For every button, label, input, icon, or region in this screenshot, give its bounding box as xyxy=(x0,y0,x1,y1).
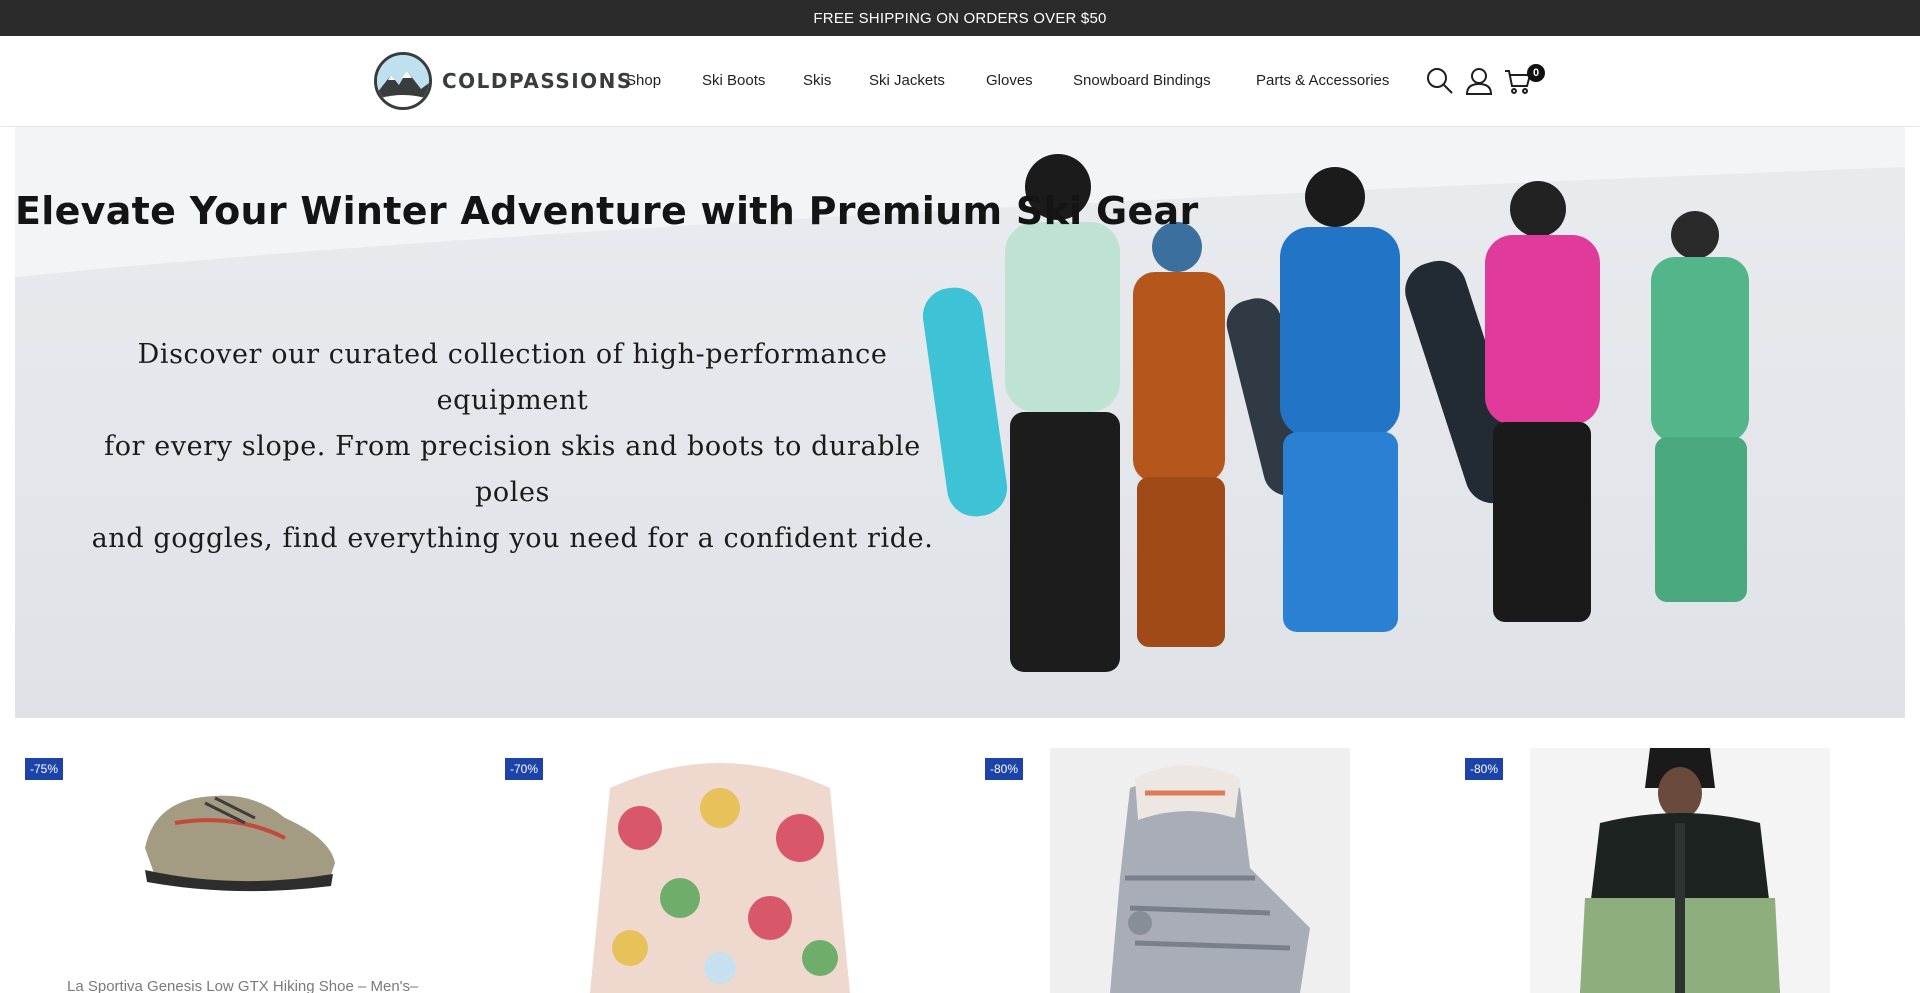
hero-subtitle-line: Discover our curated collection of high-… xyxy=(137,339,888,416)
hero-subtitle: Discover our curated collection of high-… xyxy=(85,332,940,562)
product-grid: -75% La Sportiva Genesis Low GTX Hiking … xyxy=(0,718,1920,993)
announcement-text: FREE SHIPPING ON ORDERS OVER $50 xyxy=(813,9,1107,27)
product-card[interactable]: -75% La Sportiva Genesis Low GTX Hiking … xyxy=(0,718,470,993)
nav-item-shop[interactable]: Shop xyxy=(626,72,661,89)
hero-title: Elevate Your Winter Adventure with Premi… xyxy=(15,189,1199,233)
discount-badge: -80% xyxy=(985,758,1024,780)
hero-banner[interactable]: Elevate Your Winter Adventure with Premi… xyxy=(15,127,1905,718)
mountain-logo-icon xyxy=(374,52,432,110)
hiking-shoe-image[interactable] xyxy=(135,778,345,898)
cart-count-badge: 0 xyxy=(1527,64,1545,82)
product-card[interactable]: -70% xyxy=(480,718,950,993)
ski-jacket-image[interactable] xyxy=(1530,748,1830,993)
nav-item-ski-boots[interactable]: Ski Boots xyxy=(702,72,765,89)
search-icon[interactable] xyxy=(1425,66,1455,96)
announcement-bar: FREE SHIPPING ON ORDERS OVER $50 xyxy=(0,0,1920,36)
nav-item-ski-jackets[interactable]: Ski Jackets xyxy=(869,72,945,89)
brand-name: COLDPASSIONS xyxy=(442,69,633,93)
user-icon[interactable] xyxy=(1464,66,1494,96)
nav-item-skis[interactable]: Skis xyxy=(803,72,831,89)
product-title[interactable]: La Sportiva Genesis Low GTX Hiking Shoe … xyxy=(67,978,418,993)
discount-badge: -75% xyxy=(25,758,64,780)
discount-badge: -80% xyxy=(1465,758,1504,780)
nav-item-parts-accessories[interactable]: Parts & Accessories xyxy=(1256,72,1389,89)
site-header: COLDPASSIONS Shop Ski Boots Skis Ski Jac… xyxy=(0,36,1920,127)
floral-bucket-hat-image[interactable] xyxy=(570,748,870,993)
ski-boot-image[interactable] xyxy=(1050,748,1350,993)
product-card[interactable]: -80% xyxy=(960,718,1430,993)
nav-item-snowboard-bindings[interactable]: Snowboard Bindings xyxy=(1073,72,1211,89)
hero-subtitle-line: and goggles, find everything you need fo… xyxy=(91,523,934,554)
brand-logo[interactable]: COLDPASSIONS xyxy=(374,52,633,110)
nav-item-gloves[interactable]: Gloves xyxy=(986,72,1033,89)
product-card[interactable]: -80% xyxy=(1440,718,1910,993)
hero-subtitle-line: for every slope. From precision skis and… xyxy=(104,431,921,508)
discount-badge: -70% xyxy=(505,758,544,780)
